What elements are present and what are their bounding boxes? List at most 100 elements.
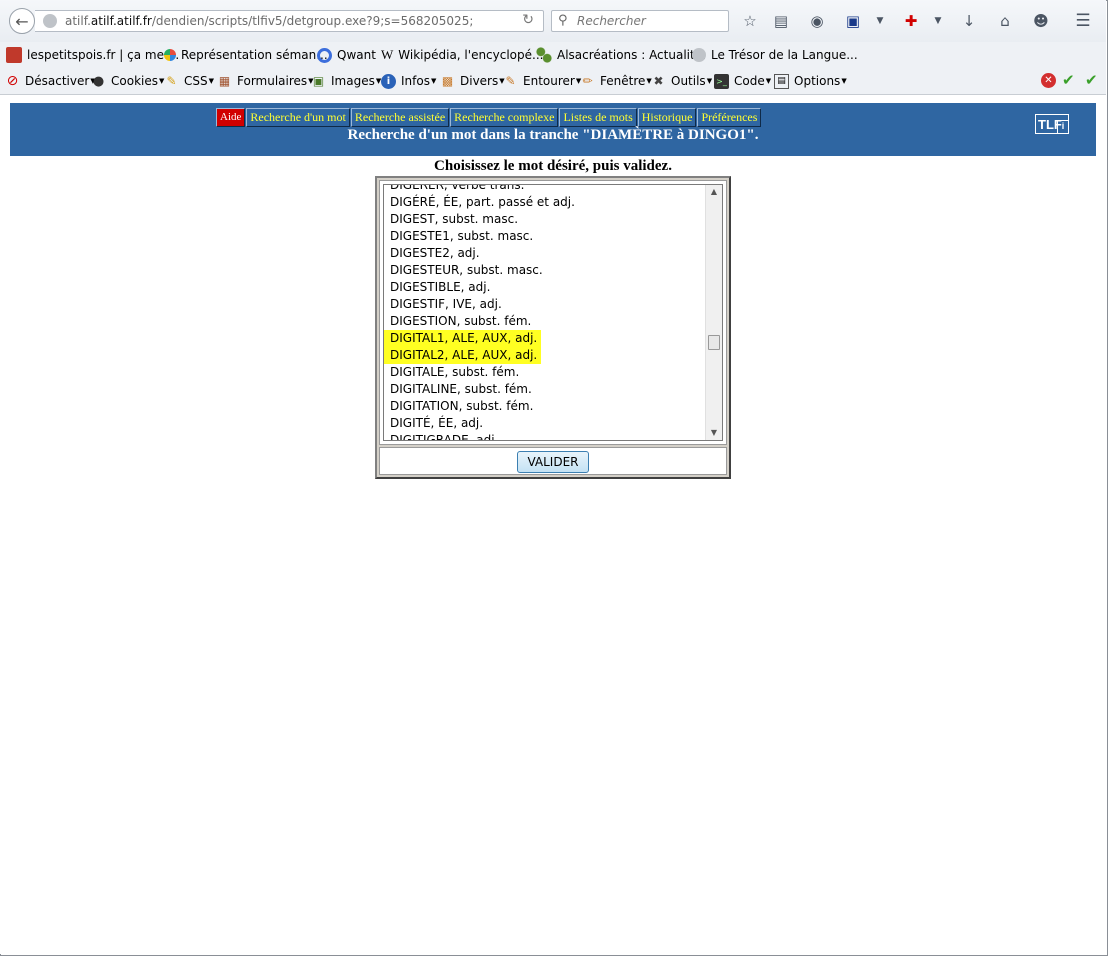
site-identity-icon[interactable] bbox=[43, 14, 57, 28]
qwant-icon bbox=[317, 47, 332, 63]
toolbar-label: Entourer bbox=[523, 74, 575, 88]
toolbar-forms-menu[interactable]: ▦ Formulaires ▼ bbox=[217, 73, 314, 89]
first-aid-icon[interactable]: ✚ bbox=[901, 11, 921, 31]
toolbar-images-menu[interactable]: ▣ Images ▼ bbox=[311, 73, 381, 89]
list-item[interactable]: DIGESTIF, IVE, adj. bbox=[384, 296, 575, 313]
images-icon: ▣ bbox=[312, 73, 325, 88]
word-selection-form: DIGÉRER, verbe trans. DIGÉRÉ, ÉE, part. p… bbox=[375, 176, 731, 479]
resize-icon: ✏ bbox=[582, 73, 593, 88]
chevron-down-icon[interactable]: ▼ bbox=[870, 11, 890, 31]
back-button[interactable]: ← bbox=[9, 8, 35, 34]
toolbar-label: Cookies bbox=[111, 74, 158, 88]
css-valid-check-icon[interactable]: ✔ bbox=[1062, 71, 1075, 89]
chevron-down-icon[interactable]: ▼ bbox=[928, 11, 948, 31]
list-item[interactable]: DIGESTE2, adj. bbox=[384, 245, 575, 262]
list-item[interactable]: DIGITIGRADE, adj. bbox=[384, 432, 575, 440]
options-icon: ▤ bbox=[774, 73, 789, 89]
toolbar-code-menu[interactable]: >_ Code ▼ bbox=[714, 73, 771, 89]
list-item-label: DIGITALE, subst. fém. bbox=[390, 365, 520, 379]
wikipedia-icon: W bbox=[381, 47, 394, 62]
outline-icon: ✎ bbox=[505, 73, 516, 88]
list-item[interactable]: DIGESTE1, subst. masc. bbox=[384, 228, 575, 245]
toolbar-disable-menu[interactable]: ⊘ Désactiver ▼ bbox=[5, 73, 96, 89]
list-item[interactable]: DIGESTION, subst. fém. bbox=[384, 313, 575, 330]
toolbar-label: Outils bbox=[671, 74, 706, 88]
list-item-label: DIGESTEUR, subst. masc. bbox=[390, 263, 543, 277]
toolbar-label: Code bbox=[734, 74, 765, 88]
tab-recherche-mot[interactable]: Recherche d'un mot bbox=[246, 108, 350, 127]
tab-listes-mots[interactable]: Listes de mots bbox=[559, 108, 637, 127]
save-icon[interactable]: ▣ bbox=[843, 11, 863, 31]
list-item[interactable]: DIGITALINE, subst. fém. bbox=[384, 381, 575, 398]
js-valid-check-icon[interactable]: ✔ bbox=[1085, 71, 1098, 89]
toolbar-info-menu[interactable]: i Infos ▼ bbox=[381, 73, 436, 89]
pinwheel-icon bbox=[164, 49, 176, 61]
reading-list-icon[interactable]: ▤ bbox=[771, 11, 791, 31]
listbox-scrollbar[interactable]: ▲ ▼ bbox=[705, 185, 722, 440]
button-cell: VALIDER bbox=[379, 447, 727, 475]
emoji-icon[interactable]: ☻ bbox=[1031, 11, 1051, 31]
info-icon: i bbox=[381, 73, 396, 89]
valider-button[interactable]: VALIDER bbox=[517, 451, 589, 473]
error-status-icon[interactable]: ✕ bbox=[1041, 73, 1056, 88]
back-arrow-icon: ← bbox=[15, 11, 29, 31]
toolbar-label: Options bbox=[794, 74, 841, 88]
list-item-label: DIGESTE1, subst. masc. bbox=[390, 229, 534, 243]
bookmark-item[interactable]: Alsacréations : Actualit... bbox=[536, 47, 706, 63]
list-item[interactable]: DIGITALE, subst. fém. bbox=[384, 364, 575, 381]
menu-icon[interactable]: ☰ bbox=[1073, 11, 1093, 31]
logo-subscript: i bbox=[1057, 120, 1069, 134]
tab-recherche-assistee[interactable]: Recherche assistée bbox=[350, 108, 450, 127]
list-item[interactable]: DIGEST, subst. masc. bbox=[384, 211, 575, 228]
toolbar-misc-menu[interactable]: ▩ Divers ▼ bbox=[440, 73, 505, 89]
toolbar-options-menu[interactable]: ▤ Options ▼ bbox=[774, 73, 847, 89]
bookmark-item[interactable]: W Wikipédia, l'encyclopé... bbox=[381, 47, 543, 63]
download-icon[interactable]: ↓ bbox=[959, 11, 979, 31]
word-listbox[interactable]: DIGÉRER, verbe trans. DIGÉRÉ, ÉE, part. p… bbox=[383, 184, 723, 441]
css-icon: ✎ bbox=[166, 73, 177, 88]
toolbar-label: Désactiver bbox=[25, 74, 90, 88]
scrollbar-thumb[interactable] bbox=[708, 335, 720, 350]
list-item[interactable]: DIGITAL2, ALE, AUX, adj. bbox=[384, 347, 575, 364]
list-item-label: DIGESTIF, IVE, adj. bbox=[390, 297, 502, 311]
bookmark-item[interactable]: Qwant bbox=[317, 47, 376, 63]
toolbar-window-menu[interactable]: ✏ Fenêtre ▼ bbox=[580, 73, 651, 89]
bookmark-item[interactable]: Représentation séman... bbox=[164, 47, 328, 63]
dropdown-arrow-icon: ▼ bbox=[706, 77, 713, 85]
toolbar-css-menu[interactable]: ✎ CSS ▼ bbox=[164, 73, 214, 89]
page-content: Aide Recherche d'un mot Recherche assist… bbox=[0, 95, 1106, 954]
home-icon[interactable]: ⌂ bbox=[995, 11, 1015, 31]
toolbar-outline-menu[interactable]: ✎ Entourer ▼ bbox=[503, 73, 581, 89]
toolbar-tools-menu[interactable]: ✖ Outils ▼ bbox=[651, 73, 712, 89]
list-item[interactable]: DIGESTIBLE, adj. bbox=[384, 279, 575, 296]
list-item[interactable]: DIGITATION, subst. fém. bbox=[384, 398, 575, 415]
bookmark-item[interactable]: lespetitspois.fr | ça me ... bbox=[6, 47, 179, 63]
forms-icon: ▦ bbox=[218, 73, 231, 88]
navigation-toolbar: ← atilf.atilf.atilf.fr/dendien/scripts/t… bbox=[0, 0, 1106, 42]
bookmark-item[interactable]: Le Trésor de la Langue... bbox=[692, 47, 858, 63]
scroll-down-icon[interactable]: ▼ bbox=[706, 426, 722, 440]
misc-icon: ▩ bbox=[441, 73, 454, 88]
tab-preferences[interactable]: Préférences bbox=[697, 108, 762, 127]
bookmark-label: Wikipédia, l'encyclopé... bbox=[398, 48, 544, 62]
search-placeholder: Rechercher bbox=[577, 14, 646, 28]
list-item-label: DIGÉRÉ, ÉE, part. passé et adj. bbox=[390, 195, 575, 209]
tab-aide[interactable]: Aide bbox=[216, 108, 246, 127]
tab-historique[interactable]: Historique bbox=[637, 108, 697, 127]
list-item[interactable]: DIGITAL1, ALE, AUX, adj. bbox=[384, 330, 575, 347]
search-input[interactable]: ⚲ Rechercher bbox=[551, 10, 729, 32]
toolbar-cookies-menu[interactable]: ● Cookies ▼ bbox=[91, 73, 165, 89]
list-item[interactable]: DIGÉRÉ, ÉE, part. passé et adj. bbox=[384, 194, 575, 211]
list-item[interactable]: DIGÉRER, verbe trans. bbox=[384, 185, 575, 194]
list-item[interactable]: DIGITÉ, ÉE, adj. bbox=[384, 415, 575, 432]
list-item[interactable]: DIGESTEUR, subst. masc. bbox=[384, 262, 575, 279]
star-bookmark-icon[interactable]: ☆ bbox=[740, 11, 760, 31]
instruction-text: Choisissez le mot désiré, puis validez. bbox=[434, 158, 672, 174]
lespetitspois-icon bbox=[6, 47, 22, 63]
url-bar[interactable]: atilf.atilf.atilf.fr/dendien/scripts/tlf… bbox=[35, 10, 544, 32]
pocket-icon[interactable]: ◉ bbox=[807, 11, 827, 31]
tab-recherche-complexe[interactable]: Recherche complexe bbox=[450, 108, 559, 127]
reload-icon[interactable]: ↻ bbox=[522, 12, 534, 28]
toolbar-label: Divers bbox=[460, 74, 499, 88]
scroll-up-icon[interactable]: ▲ bbox=[706, 185, 722, 199]
